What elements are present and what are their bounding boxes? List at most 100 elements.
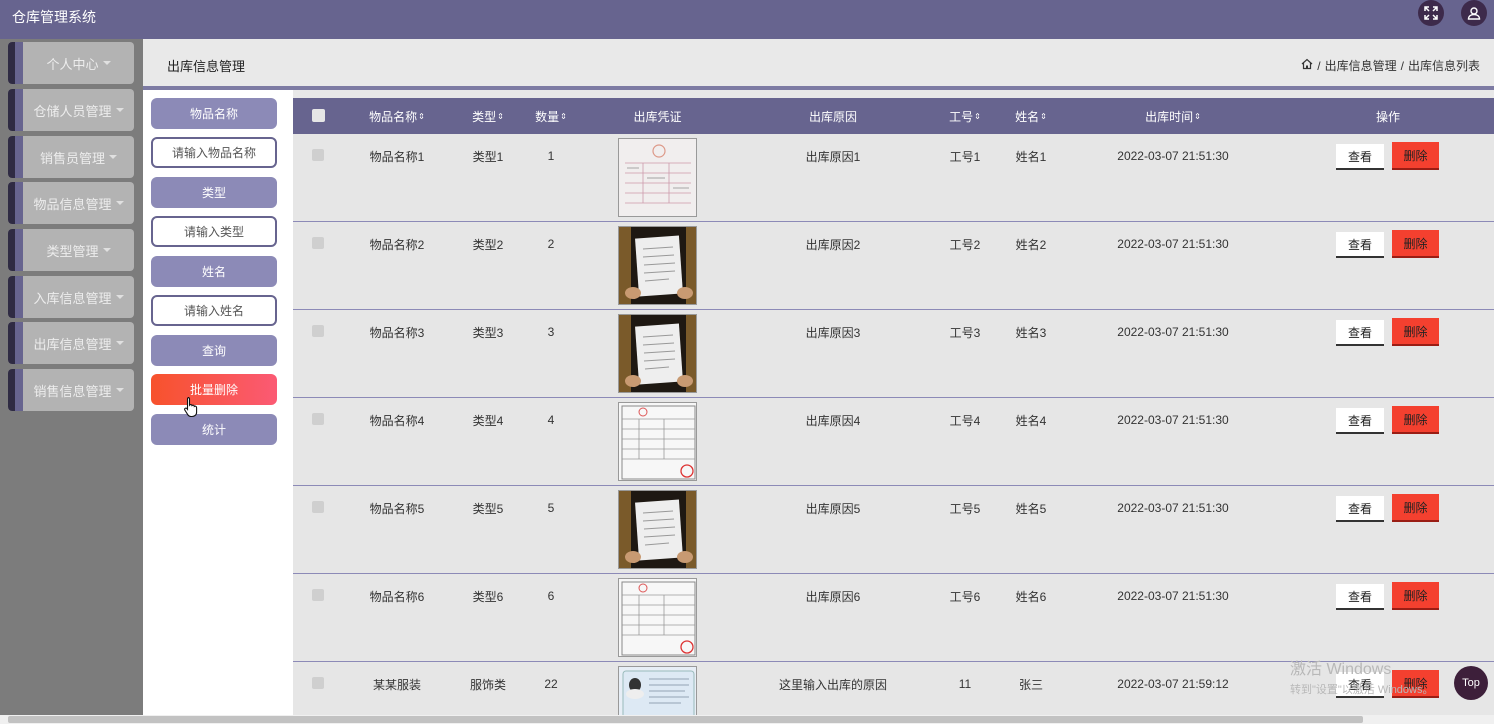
name-label: 姓名 bbox=[151, 256, 277, 287]
cell-name: 姓名4 bbox=[1015, 413, 1047, 428]
cell-quantity: 2 bbox=[547, 237, 555, 251]
sidebar-item-label: 物品信息管理 bbox=[23, 182, 134, 224]
scrollbar-thumb[interactable] bbox=[8, 716, 1363, 723]
breadcrumb: / 出库信息管理 / 出库信息列表 bbox=[1301, 57, 1480, 74]
row-checkbox[interactable] bbox=[312, 589, 324, 601]
view-button[interactable]: 查看 bbox=[1336, 496, 1384, 522]
cell-name: 姓名5 bbox=[1015, 501, 1047, 516]
cell-job-no: 工号5 bbox=[949, 501, 981, 516]
home-icon[interactable] bbox=[1301, 58, 1313, 73]
delete-button[interactable]: 删除 bbox=[1392, 406, 1439, 434]
sidebar-item-salesperson[interactable]: 销售员管理 bbox=[8, 136, 134, 178]
sidebar-item-personal-center[interactable]: 个人中心 bbox=[8, 42, 134, 84]
sidebar-item-label: 入库信息管理 bbox=[23, 276, 134, 318]
table-row: 物品名称5 类型5 5 出库原因5 工号5 姓名5 2022-03-07 21:51:30 查… bbox=[293, 486, 1494, 574]
view-button[interactable]: 查看 bbox=[1336, 320, 1384, 346]
delete-button[interactable]: 删除 bbox=[1392, 142, 1439, 170]
table-row: 物品名称6 类型6 6 出库原因6 工号6 姓名6 2022-03-07 21:51:30 查… bbox=[293, 574, 1494, 662]
sort-icon: ⇕ bbox=[497, 111, 504, 121]
select-all-checkbox[interactable] bbox=[312, 109, 325, 122]
column-header-label: 姓名 bbox=[1015, 109, 1040, 124]
delete-button[interactable]: 删除 bbox=[1392, 318, 1439, 346]
cell-reason: 出库原因6 bbox=[805, 589, 861, 604]
sidebar: 个人中心 仓储人员管理 销售员管理 物品信息管理 类型管理 入库信息管理 出库信… bbox=[0, 39, 143, 724]
statistics-button[interactable]: 统计 bbox=[151, 414, 277, 445]
cell-name: 姓名6 bbox=[1015, 589, 1047, 604]
sidebar-item-label: 仓储人员管理 bbox=[23, 89, 134, 131]
cell-time: 2022-03-07 21:51:30 bbox=[1117, 413, 1229, 427]
view-button[interactable]: 查看 bbox=[1336, 408, 1384, 434]
column-header-quantity[interactable]: 数量 ⇕ bbox=[521, 98, 581, 134]
column-header-label: 工号 bbox=[949, 109, 974, 124]
app-title: 仓库管理系统 bbox=[12, 9, 96, 25]
view-button[interactable]: 查看 bbox=[1336, 232, 1384, 258]
fullscreen-icon[interactable] bbox=[1418, 0, 1444, 26]
column-header-type[interactable]: 类型 ⇕ bbox=[458, 98, 518, 134]
sidebar-marker bbox=[8, 89, 15, 131]
row-checkbox[interactable] bbox=[312, 237, 324, 249]
sidebar-item-label: 出库信息管理 bbox=[23, 322, 134, 364]
row-checkbox[interactable] bbox=[312, 149, 324, 161]
row-checkbox[interactable] bbox=[312, 413, 324, 425]
row-checkbox[interactable] bbox=[312, 325, 324, 337]
voucher-thumbnail[interactable] bbox=[618, 226, 697, 305]
sidebar-item-warehouse-staff[interactable]: 仓储人员管理 bbox=[8, 89, 134, 131]
caret-down-icon bbox=[102, 248, 111, 252]
type-input[interactable] bbox=[151, 216, 277, 247]
cell-reason: 出库原因4 bbox=[805, 413, 861, 428]
user-icon[interactable] bbox=[1461, 0, 1487, 26]
voucher-thumbnail[interactable] bbox=[618, 490, 697, 569]
delete-button[interactable]: 删除 bbox=[1392, 230, 1439, 258]
breadcrumb-item-current: 出库信息列表 bbox=[1407, 59, 1480, 73]
delete-button[interactable]: 删除 bbox=[1392, 582, 1439, 610]
sidebar-item-text: 类型管理 bbox=[46, 243, 99, 259]
batch-delete-button[interactable]: 批量删除 bbox=[151, 374, 277, 405]
breadcrumb-item[interactable]: 出库信息管理 bbox=[1325, 57, 1397, 74]
view-button[interactable]: 查看 bbox=[1336, 144, 1384, 170]
cell-job-no: 工号3 bbox=[949, 325, 981, 340]
sidebar-item-goods-info[interactable]: 物品信息管理 bbox=[8, 182, 134, 224]
row-checkbox[interactable] bbox=[312, 501, 324, 513]
sidebar-item-sales[interactable]: 销售信息管理 bbox=[8, 369, 134, 411]
cell-type: 类型1 bbox=[472, 149, 504, 164]
name-input[interactable] bbox=[151, 295, 277, 326]
cell-type: 类型4 bbox=[472, 413, 504, 428]
item-name-input[interactable] bbox=[151, 137, 277, 168]
sidebar-item-type[interactable]: 类型管理 bbox=[8, 229, 134, 271]
sidebar-item-label: 类型管理 bbox=[23, 229, 134, 271]
row-checkbox[interactable] bbox=[312, 677, 324, 689]
query-button[interactable]: 查询 bbox=[151, 335, 277, 366]
back-to-top-button[interactable]: Top bbox=[1454, 666, 1488, 700]
column-header-item-name[interactable]: 物品名称 ⇕ bbox=[357, 98, 437, 134]
cell-name: 张三 bbox=[1018, 677, 1043, 692]
sidebar-item-text: 出库信息管理 bbox=[33, 336, 112, 352]
voucher-thumbnail[interactable] bbox=[618, 578, 697, 657]
voucher-thumbnail[interactable] bbox=[618, 314, 697, 393]
sidebar-item-text: 销售信息管理 bbox=[33, 383, 112, 399]
caret-down-icon bbox=[115, 341, 124, 345]
voucher-thumbnail[interactable] bbox=[618, 666, 697, 715]
sidebar-item-outbound[interactable]: 出库信息管理 bbox=[8, 322, 134, 364]
sidebar-marker-accent bbox=[15, 42, 23, 84]
cell-item-name: 物品名称2 bbox=[369, 237, 425, 252]
cell-reason: 出库原因3 bbox=[805, 325, 861, 340]
horizontal-scrollbar[interactable] bbox=[0, 715, 1494, 724]
column-header-time[interactable]: 出库时间 ⇕ bbox=[1113, 98, 1233, 134]
column-header-name[interactable]: 姓名 ⇕ bbox=[1001, 98, 1061, 134]
sidebar-item-inbound[interactable]: 入库信息管理 bbox=[8, 276, 134, 318]
sidebar-marker-accent bbox=[15, 136, 23, 178]
column-header-voucher: 出库凭证 bbox=[618, 98, 697, 134]
sidebar-marker-accent bbox=[15, 369, 23, 411]
delete-button[interactable]: 删除 bbox=[1392, 494, 1439, 522]
sidebar-marker-accent bbox=[15, 182, 23, 224]
voucher-thumbnail[interactable] bbox=[618, 402, 697, 481]
cell-quantity: 22 bbox=[544, 677, 558, 691]
cell-item-name: 物品名称3 bbox=[369, 325, 425, 340]
voucher-thumbnail[interactable] bbox=[618, 138, 697, 217]
sidebar-marker bbox=[8, 182, 15, 224]
sidebar-item-label: 销售员管理 bbox=[23, 136, 134, 178]
view-button[interactable]: 查看 bbox=[1336, 584, 1384, 610]
cell-job-no: 工号4 bbox=[949, 413, 981, 428]
column-header-job-no[interactable]: 工号 ⇕ bbox=[935, 98, 995, 134]
cell-job-no: 11 bbox=[958, 677, 972, 691]
